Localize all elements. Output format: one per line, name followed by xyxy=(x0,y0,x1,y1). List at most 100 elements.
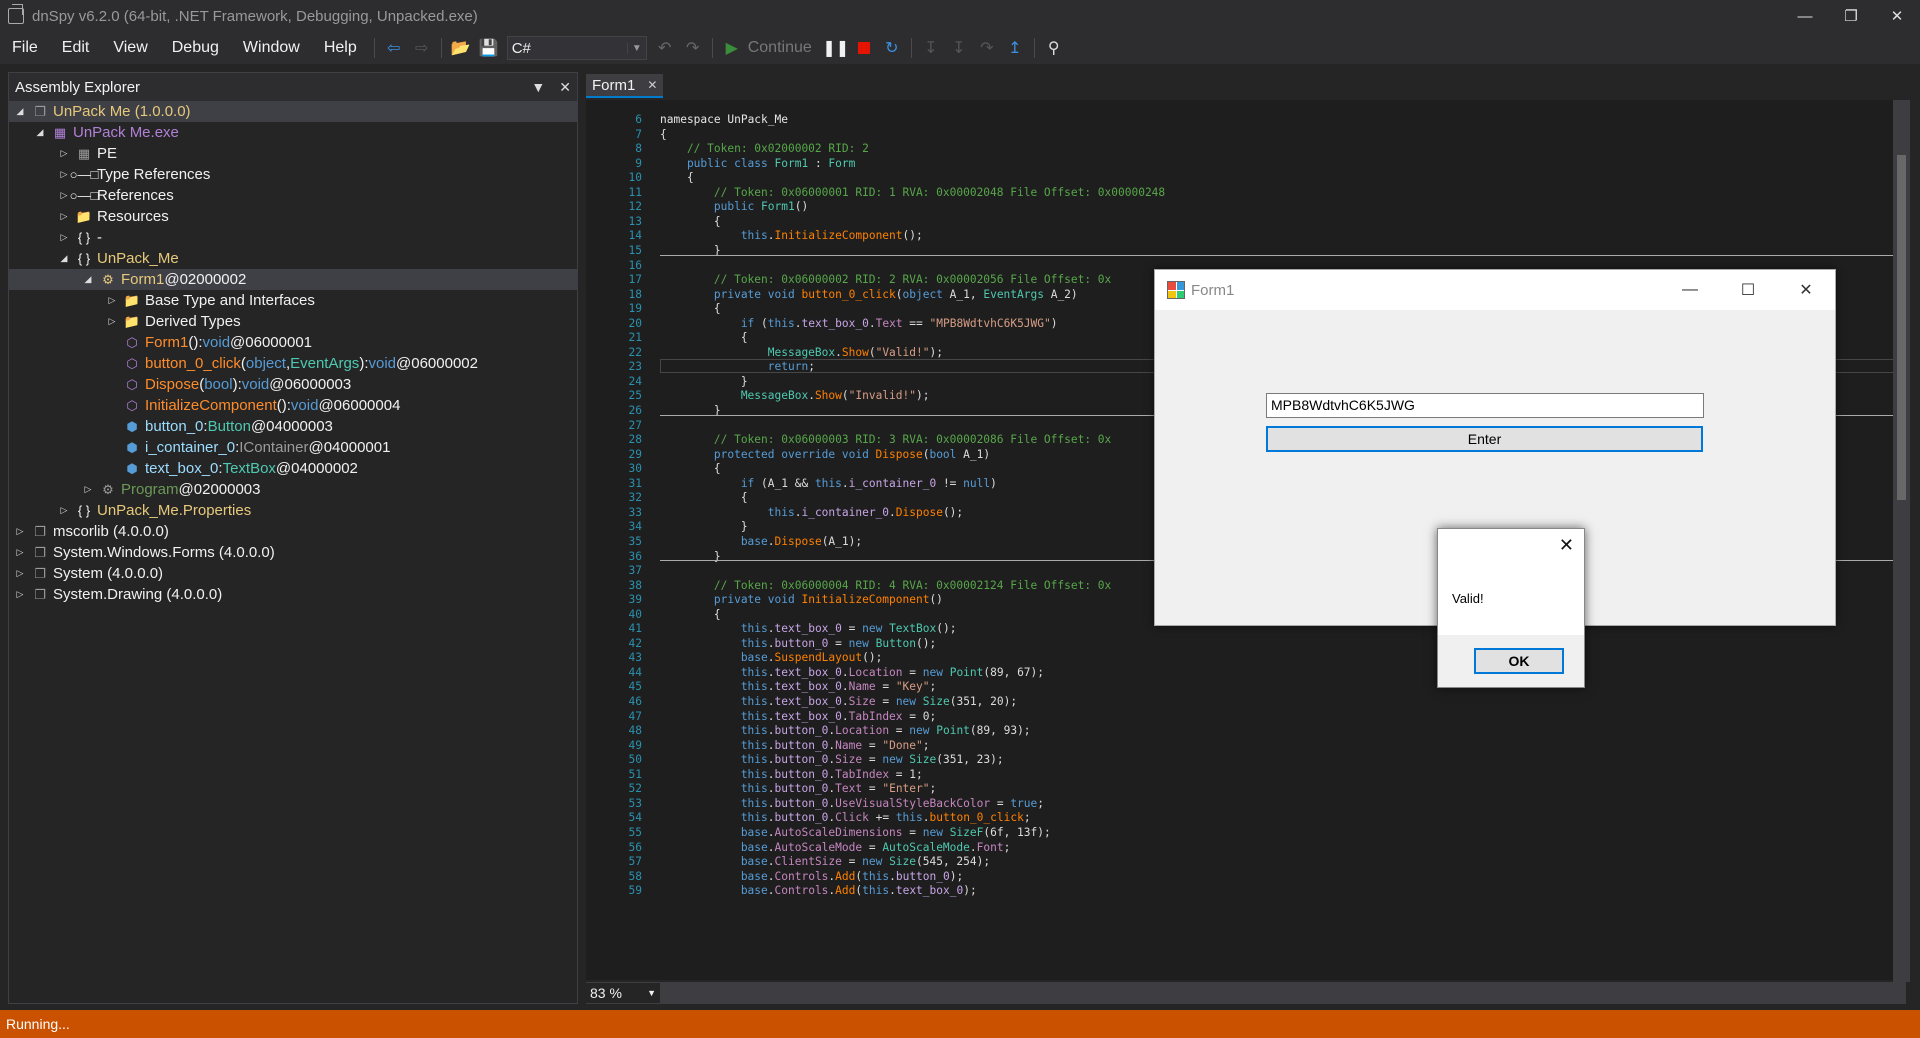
key-textbox[interactable]: MPB8WdtvhC6K5JWG xyxy=(1266,393,1704,418)
code-token: this xyxy=(660,622,768,636)
stop-icon[interactable] xyxy=(850,34,878,62)
search-icon[interactable]: ⚲ xyxy=(1040,34,1068,62)
open-file-icon[interactable]: 📂 xyxy=(447,34,475,62)
code-line: 6 namespace UnPack_Me xyxy=(586,112,1906,127)
code-token: button_0 xyxy=(895,869,950,883)
expanded-arrow-icon[interactable]: ◢ xyxy=(13,106,27,117)
code-token: . xyxy=(767,855,775,869)
menu-file[interactable]: File xyxy=(0,32,50,64)
class-icon: ⚙ xyxy=(102,271,114,287)
tree-node-mscorlib[interactable]: ▷ ❐ mscorlib (4.0.0.0) xyxy=(9,521,577,542)
tree-node-initialize-component[interactable]: ⬡ InitializeComponent() : void @06000004 xyxy=(9,395,577,416)
navigate-back-icon[interactable]: ⇦ xyxy=(380,34,408,62)
collapsed-arrow-icon[interactable]: ▷ xyxy=(13,589,27,600)
tree-node-resources[interactable]: ▷ 📁 Resources xyxy=(9,206,577,227)
close-icon[interactable]: ✕ xyxy=(1874,0,1920,32)
menu-help[interactable]: Help xyxy=(312,32,369,64)
panel-menu-icon[interactable]: ▼ xyxy=(531,79,545,96)
tree-node-pe[interactable]: ▷ ▦ PE xyxy=(9,143,577,164)
language-value: C# xyxy=(511,39,531,57)
tree-node-base-types[interactable]: ▷ 📁 Base Type and Interfaces xyxy=(9,290,577,311)
expanded-arrow-icon[interactable]: ◢ xyxy=(81,274,95,285)
tree-node-system-windows-forms[interactable]: ▷ ❐ System.Windows.Forms (4.0.0.0) xyxy=(9,542,577,563)
tree-node-i-container-0-field[interactable]: ⬢ i_container_0 : IContainer @04000001 xyxy=(9,437,577,458)
zoom-select[interactable]: 83 % ▼ xyxy=(586,983,660,1003)
code-token: AutoScaleMode xyxy=(774,840,863,854)
menu-view[interactable]: View xyxy=(101,32,159,64)
restart-icon[interactable]: ↻ xyxy=(878,34,906,62)
step-over-icon[interactable]: ↧ xyxy=(945,34,973,62)
language-select[interactable]: C# ▼ xyxy=(506,36,647,60)
line-number: 20 xyxy=(628,316,642,330)
step-out-icon[interactable]: ↥ xyxy=(1001,34,1029,62)
collapsed-arrow-icon[interactable]: ▷ xyxy=(13,547,27,558)
scrollbar-thumb[interactable] xyxy=(1897,155,1906,500)
undo-icon[interactable]: ↶ xyxy=(651,34,679,62)
tab-close-icon[interactable]: ✕ xyxy=(647,78,657,92)
panel-close-icon[interactable]: ✕ xyxy=(559,79,571,96)
step-into-icon[interactable]: ↧ xyxy=(917,34,945,62)
redo-icon[interactable]: ↷ xyxy=(679,34,707,62)
collapsed-arrow-icon[interactable]: ▷ xyxy=(13,526,27,537)
step-back-icon[interactable]: ↷ xyxy=(973,34,1001,62)
tree-node-text-box-0-field[interactable]: ⬢ text_box_0 : TextBox @04000002 xyxy=(9,458,577,479)
code-token: (89, 67); xyxy=(983,665,1045,679)
assembly-explorer-title: Assembly Explorer xyxy=(15,78,141,96)
close-icon[interactable]: ✕ xyxy=(1559,535,1574,556)
maximize-icon[interactable]: ☐ xyxy=(1719,270,1777,310)
collapsed-arrow-icon[interactable]: ▷ xyxy=(81,484,95,495)
code-token: = xyxy=(862,753,883,767)
tree-node-system[interactable]: ▷ ❐ System (4.0.0.0) xyxy=(9,563,577,584)
line-number: 50 xyxy=(628,753,642,767)
code-token: A_2) xyxy=(1050,287,1078,301)
tree-node-empty-namespace[interactable]: ▷ { } - xyxy=(9,227,577,248)
collapsed-arrow-icon[interactable]: ▷ xyxy=(13,568,27,579)
code-token: text_box_0 xyxy=(774,680,842,694)
menu-debug[interactable]: Debug xyxy=(160,32,231,64)
tree-node-derived-types[interactable]: ▷ 📁 Derived Types xyxy=(9,311,577,332)
tree-node-namespace-unpack-me[interactable]: ◢ { } UnPack_Me xyxy=(9,248,577,269)
collapsed-arrow-icon[interactable]: ▷ xyxy=(57,505,71,516)
code-token: Location xyxy=(835,724,890,738)
tree-node-button-0-click[interactable]: ⬡ button_0_click(object, EventArgs) : vo… xyxy=(9,353,577,374)
restore-icon[interactable]: ❐ xyxy=(1828,0,1874,32)
code-token: . xyxy=(767,811,775,825)
tree-node-form1-class[interactable]: ◢ ⚙ Form1 @02000002 xyxy=(9,269,577,290)
tree-node-unpack-me-assembly[interactable]: ◢ ❐ UnPack Me (1.0.0.0) xyxy=(9,101,577,122)
expanded-arrow-icon[interactable]: ◢ xyxy=(33,127,47,138)
collapsed-arrow-icon[interactable]: ▷ xyxy=(57,211,71,222)
code-token: (6f, 13f); xyxy=(983,825,1051,839)
pause-icon[interactable]: ❚❚ xyxy=(822,34,850,62)
expanded-arrow-icon[interactable]: ◢ xyxy=(57,253,71,264)
enter-button[interactable]: Enter xyxy=(1266,426,1703,452)
save-icon[interactable]: 💾 xyxy=(475,34,503,62)
tree-node-system-drawing[interactable]: ▷ ❐ System.Drawing (4.0.0.0) xyxy=(9,584,577,605)
chevron-down-icon: ▼ xyxy=(647,988,656,998)
editor-vertical-scrollbar[interactable] xyxy=(1893,100,1910,982)
close-icon[interactable]: ✕ xyxy=(1777,270,1835,310)
code-token: Show xyxy=(814,389,842,403)
tree-node-module[interactable]: ◢ ▦ UnPack Me.exe xyxy=(9,122,577,143)
tab-form1[interactable]: Form1 ✕ xyxy=(586,74,664,98)
tree-node-dispose[interactable]: ⬡ Dispose(bool) : void @06000003 xyxy=(9,374,577,395)
tree-node-properties-namespace[interactable]: ▷ { } UnPack_Me.Properties xyxy=(9,500,577,521)
menu-window[interactable]: Window xyxy=(231,32,312,64)
status-bar: Running... xyxy=(0,1010,1920,1038)
tree-node-references[interactable]: ▷ ○—□ References xyxy=(9,185,577,206)
continue-label[interactable]: Continue xyxy=(748,39,812,57)
minimize-icon[interactable]: — xyxy=(1782,0,1828,32)
tree-node-button-0-field[interactable]: ⬢ button_0 : Button @04000003 xyxy=(9,416,577,437)
menu-edit[interactable]: Edit xyxy=(50,32,102,64)
collapsed-arrow-icon[interactable]: ▷ xyxy=(57,232,71,243)
collapsed-arrow-icon[interactable]: ▷ xyxy=(105,316,119,327)
tree-node-type-references[interactable]: ▷ ○—□ Type References xyxy=(9,164,577,185)
ok-button[interactable]: OK xyxy=(1474,648,1564,674)
collapsed-arrow-icon[interactable]: ▷ xyxy=(105,295,119,306)
tree-node-form1-ctor[interactable]: ⬡ Form1() : void @06000001 xyxy=(9,332,577,353)
minimize-icon[interactable]: — xyxy=(1661,270,1719,310)
continue-icon[interactable]: ▶ xyxy=(718,34,746,62)
collapsed-arrow-icon[interactable]: ▷ xyxy=(57,148,71,159)
tree-node-program-class[interactable]: ▷ ⚙ Program @02000003 xyxy=(9,479,577,500)
message-text: Valid! xyxy=(1452,591,1484,606)
navigate-forward-icon[interactable]: ⇨ xyxy=(408,34,436,62)
